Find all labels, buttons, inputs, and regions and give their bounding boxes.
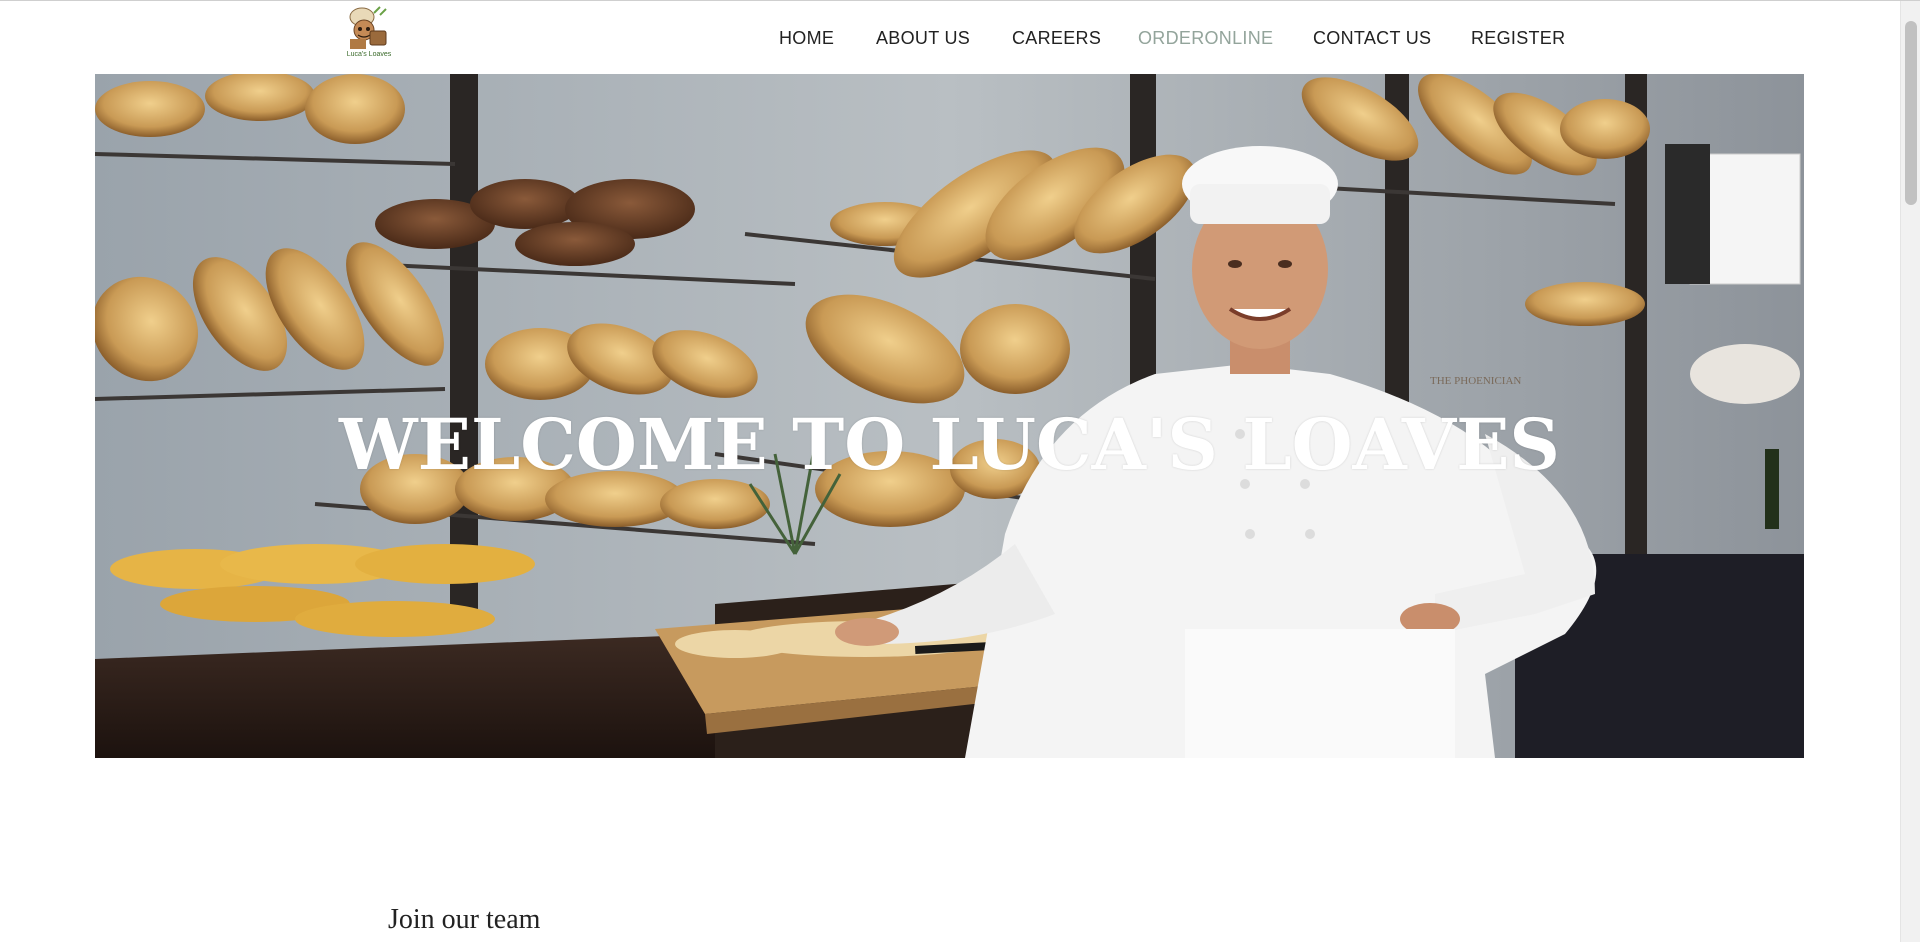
main-nav: HOME ABOUT US CAREERS ORDERONLINE CONTAC… [0,1,1897,74]
page: Luca's Loaves HOME ABOUT US CAREERS ORDE… [0,0,1920,942]
join-team-heading: Join our team [388,904,541,935]
nav-home[interactable]: HOME [779,28,834,49]
site-header: Luca's Loaves HOME ABOUT US CAREERS ORDE… [0,1,1897,74]
scrollbar-thumb[interactable] [1905,21,1917,205]
svg-text:THE PHOENICIAN: THE PHOENICIAN [1430,375,1521,387]
nav-careers[interactable]: CAREERS [1012,28,1101,49]
nav-register[interactable]: REGISTER [1471,28,1565,49]
hero-title: WELCOME TO LUCA'S LOAVES [339,402,1560,486]
nav-about-us[interactable]: ABOUT US [876,28,970,49]
page-scrollbar[interactable] [1900,1,1920,942]
nav-order-online[interactable]: ORDERONLINE [1138,28,1273,49]
nav-contact-us[interactable]: CONTACT US [1313,28,1431,49]
hero-banner: THE PHOENICIAN WELCOME TO LUCA'S LOAVES [95,74,1804,758]
